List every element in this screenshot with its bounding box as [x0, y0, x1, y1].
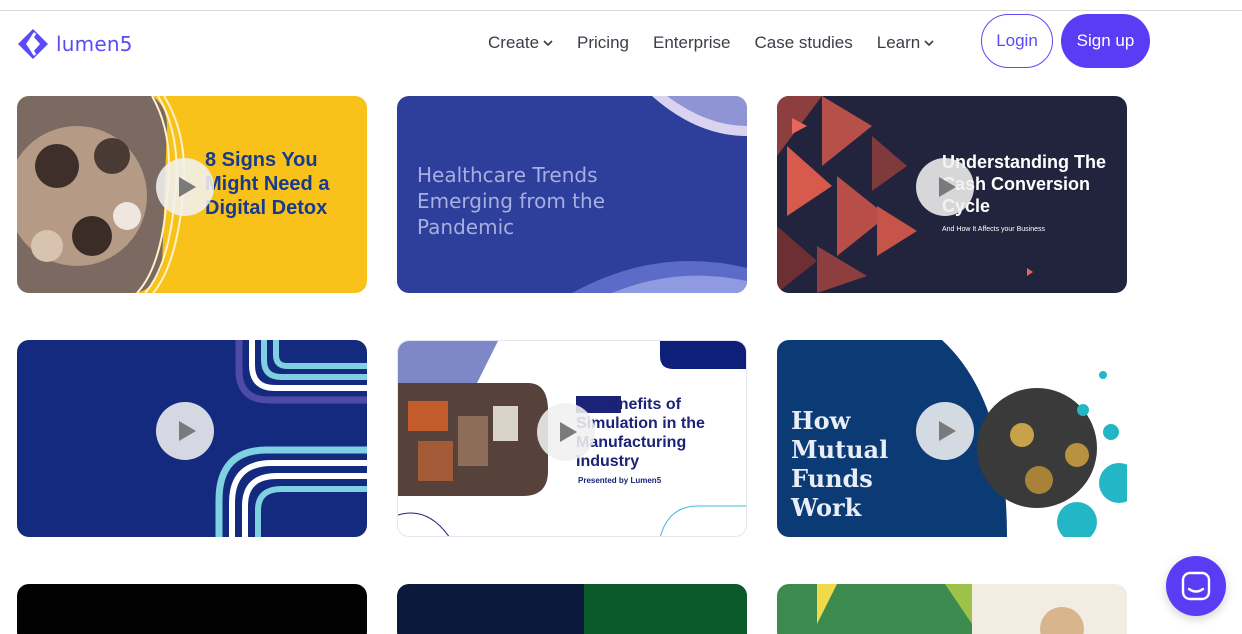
login-button[interactable]: Login [981, 14, 1053, 68]
chevron-down-icon [543, 40, 553, 47]
play-button[interactable] [537, 403, 595, 461]
play-button[interactable] [916, 402, 974, 460]
nav-item-learn[interactable]: Learn [877, 33, 934, 53]
card-background-art [777, 584, 1127, 634]
nav-item-label: Case studies [754, 33, 853, 52]
video-card-untitled[interactable] [17, 340, 367, 537]
play-icon [179, 177, 196, 197]
video-card-row3-2[interactable] [397, 584, 747, 634]
play-icon [179, 421, 196, 441]
video-card-row3-1[interactable] [17, 584, 367, 634]
play-button[interactable] [916, 158, 974, 216]
play-icon [560, 422, 577, 442]
video-card-row3-3[interactable] [777, 584, 1127, 634]
card-subtitle: Presented by Lumen5 [578, 476, 662, 485]
card-title: 10 Benefits of Simulation in the Manufac… [576, 396, 705, 470]
main-nav: Create Pricing Enterprise Case studies L… [488, 33, 958, 53]
top-divider [0, 10, 1242, 11]
brand-logo[interactable]: lumen5 [16, 28, 133, 60]
nav-item-label: Enterprise [653, 33, 731, 52]
video-card-cash-conversion[interactable]: Understanding The Cash Conversion Cycle … [777, 96, 1127, 293]
video-card-healthcare-trends[interactable]: Healthcare Trends Emerging from the Pand… [397, 96, 747, 293]
nav-item-case-studies[interactable]: Case studies [754, 33, 852, 53]
chat-icon [1181, 571, 1211, 601]
chevron-down-icon [924, 40, 934, 47]
nav-item-label: Learn [876, 33, 921, 52]
play-icon [939, 421, 956, 441]
video-card-mutual-funds[interactable]: How Mutual Funds Work [777, 340, 1127, 537]
nav-item-create[interactable]: Create [488, 33, 553, 53]
card-title: Healthcare Trends Emerging from the Pand… [417, 163, 605, 239]
card-subtitle: And How It Affects your Business [942, 226, 1045, 233]
nav-item-label: Create [488, 33, 540, 52]
video-card-digital-detox[interactable]: 8 Signs You Might Need a Digital Detox [17, 96, 367, 293]
play-icon [939, 177, 956, 197]
lumen5-logo-icon [18, 29, 48, 59]
play-button[interactable] [156, 402, 214, 460]
chat-launcher-button[interactable] [1166, 556, 1226, 616]
nav-item-pricing[interactable]: Pricing [577, 33, 629, 53]
nav-item-label: Pricing [577, 33, 629, 52]
card-background-art [584, 584, 747, 634]
signup-button[interactable]: Sign up [1061, 14, 1150, 68]
nav-item-enterprise[interactable]: Enterprise [653, 33, 730, 53]
play-button[interactable] [156, 158, 214, 216]
video-card-simulation-benefits[interactable]: 10 Benefits of Simulation in the Manufac… [397, 340, 747, 537]
brand-name: lumen5 [56, 32, 133, 56]
card-title: 8 Signs You Might Need a Digital Detox [205, 149, 330, 219]
